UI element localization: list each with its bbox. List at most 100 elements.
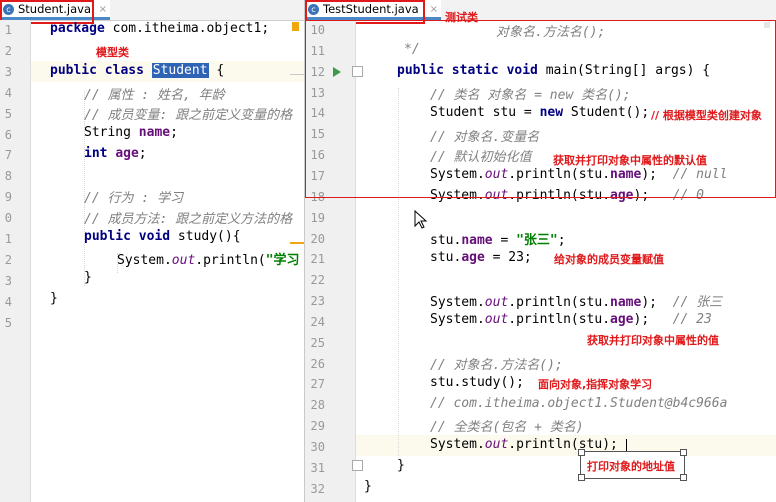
code-line-16[interactable]: // 默认初始化值	[430, 146, 531, 165]
line-number: 1	[4, 23, 12, 37]
fold-icon[interactable]	[352, 66, 363, 77]
code-text: ;	[557, 233, 566, 248]
keyword: public void	[84, 229, 178, 244]
code-text: ;	[170, 125, 178, 140]
code-text: .println(stu.	[508, 188, 611, 203]
code-line-23[interactable]: System.out.println(stu.name); // 张三	[430, 291, 722, 310]
code-text: .println(stu.	[508, 167, 611, 182]
code-text: =	[492, 233, 517, 248]
code-text: .println(stu.	[508, 295, 611, 310]
code-line-11[interactable]: public void study(){	[84, 229, 241, 244]
code-line-15[interactable]: // 对象名.变量名	[430, 126, 539, 145]
code-line-14[interactable]: }	[50, 291, 58, 306]
code-text: System.	[430, 437, 485, 452]
line-number: 12	[310, 64, 325, 79]
static-field: out	[171, 253, 196, 268]
code-line-26[interactable]: // 对象名.方法名();	[430, 354, 563, 373]
annotation-call-method: 面向对象,指挥对象学习	[538, 378, 653, 391]
comment: // 张三	[672, 295, 723, 310]
static-field: out	[484, 312, 509, 327]
line-number: 21	[310, 252, 325, 267]
code-line-11[interactable]: */	[404, 42, 420, 57]
code-line-27[interactable]: stu.study();	[430, 375, 524, 390]
fold-icon[interactable]	[352, 460, 363, 471]
code-line-12[interactable]: public static void main(String[] args) {	[397, 63, 710, 78]
static-field: out	[484, 188, 509, 203]
line-number: 0	[4, 211, 12, 226]
code-text: Student stu =	[430, 105, 540, 120]
code-text: main(String[] args) {	[545, 63, 711, 78]
code-line-13[interactable]: }	[84, 270, 92, 285]
field-name: name	[138, 125, 171, 140]
resize-handle[interactable]	[680, 449, 687, 456]
line-number: 7	[4, 148, 12, 163]
code-line-3[interactable]: public class Student {	[50, 63, 224, 78]
resize-handle[interactable]	[578, 449, 585, 456]
annotation-test-class: 测试类	[445, 11, 478, 24]
code-line-10[interactable]: // 成员方法: 跟之前定义方法的格	[84, 208, 292, 227]
code-line-28[interactable]: // com.itheima.object1.Student@b4c966a	[430, 396, 727, 411]
field-name: age	[115, 146, 139, 161]
line-number: 31	[310, 460, 325, 475]
line-number: 14	[310, 106, 325, 121]
resize-handle[interactable]	[578, 474, 585, 481]
run-icon[interactable]	[333, 67, 341, 77]
static-field: out	[484, 437, 509, 452]
code-line-12[interactable]: System.out.println("学习	[117, 249, 300, 268]
code-line-24[interactable]: System.out.println(stu.age); // 23	[430, 312, 712, 327]
code-line-18[interactable]: System.out.println(stu.age); // 0	[430, 188, 704, 203]
line-number: 16	[310, 148, 325, 163]
code-line-20[interactable]: stu.name = "张三";	[430, 229, 566, 248]
code-line-7[interactable]: int age;	[84, 146, 147, 161]
line-number: 17	[310, 168, 325, 183]
code-line-9[interactable]: // 行为 : 学习	[84, 187, 183, 206]
code-line-5[interactable]: // 成员变量: 跟之前定义变量的格	[84, 104, 292, 123]
field-name: age	[461, 250, 485, 265]
warning-marker[interactable]	[292, 22, 299, 31]
line-number: 5	[4, 106, 12, 121]
comment: // 23	[672, 312, 712, 327]
code-text: );	[641, 295, 673, 310]
annotation-address-box[interactable]: 打印对象的地址值	[580, 451, 685, 479]
static-field: out	[484, 295, 509, 310]
code-line-21[interactable]: stu.age = 23;	[430, 250, 532, 265]
code-line-32[interactable]: }	[364, 479, 372, 494]
line-number: 11	[310, 43, 325, 58]
code-line-4[interactable]: // 属性 : 姓名, 年龄	[84, 84, 225, 103]
code-text: {	[208, 63, 225, 78]
code-line-30[interactable]: System.out.println(stu);	[430, 437, 618, 452]
code-line-31[interactable]: }	[397, 458, 405, 473]
code-line-1[interactable]: package com.itheima.object1;	[50, 21, 269, 36]
keyword: public class	[50, 63, 152, 78]
code-line-17[interactable]: System.out.println(stu.name); // null	[430, 167, 727, 182]
line-number: 22	[310, 273, 325, 288]
line-number: 3	[4, 64, 12, 79]
code-line-14[interactable]: Student stu = new Student();	[430, 105, 649, 120]
line-number: 18	[310, 189, 325, 204]
student-editor-pane[interactable]: c Student.java × 123456789012345 package…	[0, 0, 305, 502]
string-literal: "张三"	[516, 233, 558, 248]
error-stripe-mark[interactable]	[290, 242, 304, 244]
keyword: public static void	[397, 63, 546, 78]
code-line-13[interactable]: // 类名 对象名 = new 类名();	[430, 84, 631, 103]
line-number: 2	[4, 43, 12, 58]
code-line-10[interactable]: 对象名.方法名();	[496, 21, 605, 40]
line-number: 23	[310, 294, 325, 309]
resize-handle[interactable]	[680, 474, 687, 481]
comment: // null	[672, 167, 728, 182]
code-line-6[interactable]: String name;	[84, 125, 178, 140]
field-name: name	[610, 167, 642, 182]
line-number: 32	[310, 481, 325, 496]
line-number: 25	[310, 335, 325, 350]
code-text: ;	[138, 146, 147, 161]
line-number: 9	[4, 190, 12, 205]
code-text: .println(stu.	[508, 312, 611, 327]
indent-guide	[398, 88, 399, 458]
test-student-editor-pane[interactable]: c TestStudent.java × 测试类 10 11 12 13 14 15 16 1…	[305, 0, 776, 502]
code-line-29[interactable]: // 全类名(包名 + 类名)	[430, 416, 584, 435]
line-number: 4	[4, 294, 12, 309]
annotation-address-value: 打印对象的地址值	[587, 460, 675, 473]
line-number: 20	[310, 231, 325, 246]
code-text: System.	[430, 295, 485, 310]
annotation-default-values: 获取并打印对象中属性的默认值	[553, 154, 707, 167]
